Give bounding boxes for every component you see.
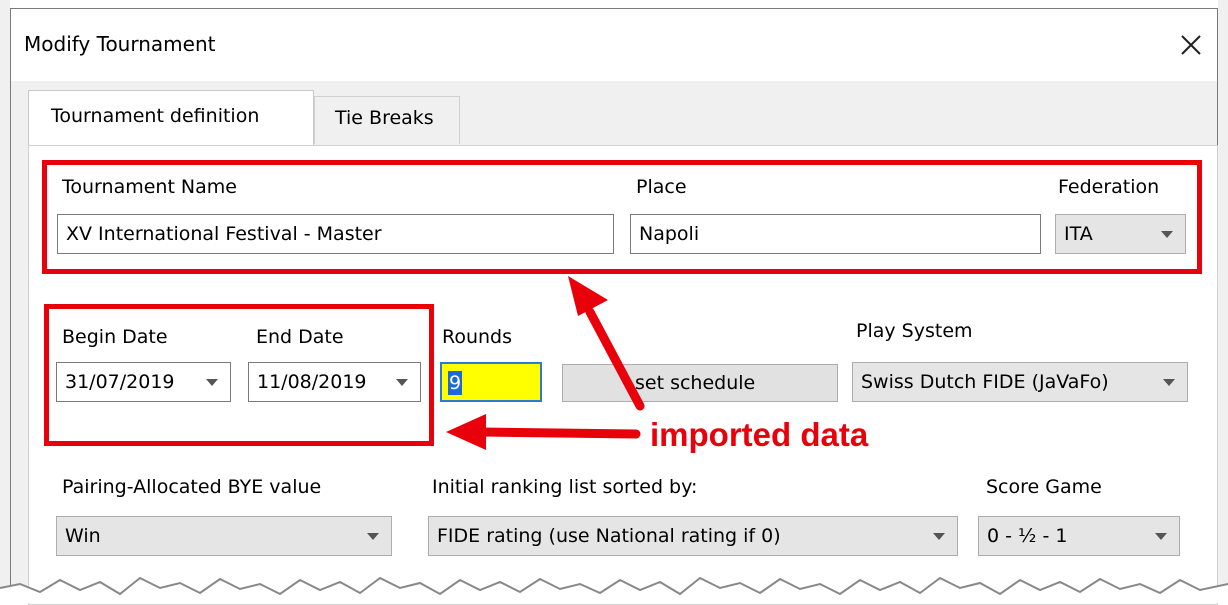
set-schedule-button[interactable]: set schedule [562, 364, 838, 402]
chevron-down-icon [933, 533, 945, 540]
annotation-label: imported data [650, 416, 869, 453]
torn-edge [0, 576, 1228, 603]
ranking-sort-select[interactable]: FIDE rating (use National rating if 0) [428, 516, 958, 556]
rounds-input[interactable]: 9 [440, 362, 542, 402]
close-icon[interactable] [1176, 30, 1206, 60]
tab-tournament-definition[interactable]: Tournament definition [28, 90, 314, 146]
tab-label: Tie Breaks [335, 107, 434, 129]
chevron-down-icon [1163, 379, 1175, 386]
ranking-sort-value: FIDE rating (use National rating if 0) [437, 525, 781, 547]
play-system-select[interactable]: Swiss Dutch FIDE (JaVaFo) [852, 362, 1188, 402]
bye-value-label: Pairing-Allocated BYE value [62, 476, 322, 498]
play-system-label: Play System [856, 320, 973, 342]
chevron-down-icon [1155, 533, 1167, 540]
score-game-select[interactable]: 0 - ½ - 1 [978, 516, 1180, 556]
score-game-value: 0 - ½ - 1 [987, 525, 1068, 547]
background-left [0, 0, 10, 603]
set-schedule-label: set schedule [635, 372, 756, 394]
score-game-label: Score Game [986, 476, 1102, 498]
bye-value-select[interactable]: Win [56, 516, 392, 556]
highlight-box-dates [44, 304, 434, 446]
chevron-down-icon [367, 533, 379, 540]
tab-label: Tournament definition [51, 105, 260, 127]
highlight-box-name-place-federation [42, 160, 1202, 274]
rounds-value: 9 [448, 371, 463, 395]
ranking-sort-label: Initial ranking list sorted by: [432, 476, 698, 498]
play-system-value: Swiss Dutch FIDE (JaVaFo) [861, 371, 1109, 393]
rounds-label: Rounds [442, 326, 513, 348]
bye-value-value: Win [65, 525, 101, 547]
dialog-title: Modify Tournament [24, 32, 216, 56]
background-right [1218, 0, 1228, 603]
tab-tie-breaks[interactable]: Tie Breaks [314, 96, 460, 144]
